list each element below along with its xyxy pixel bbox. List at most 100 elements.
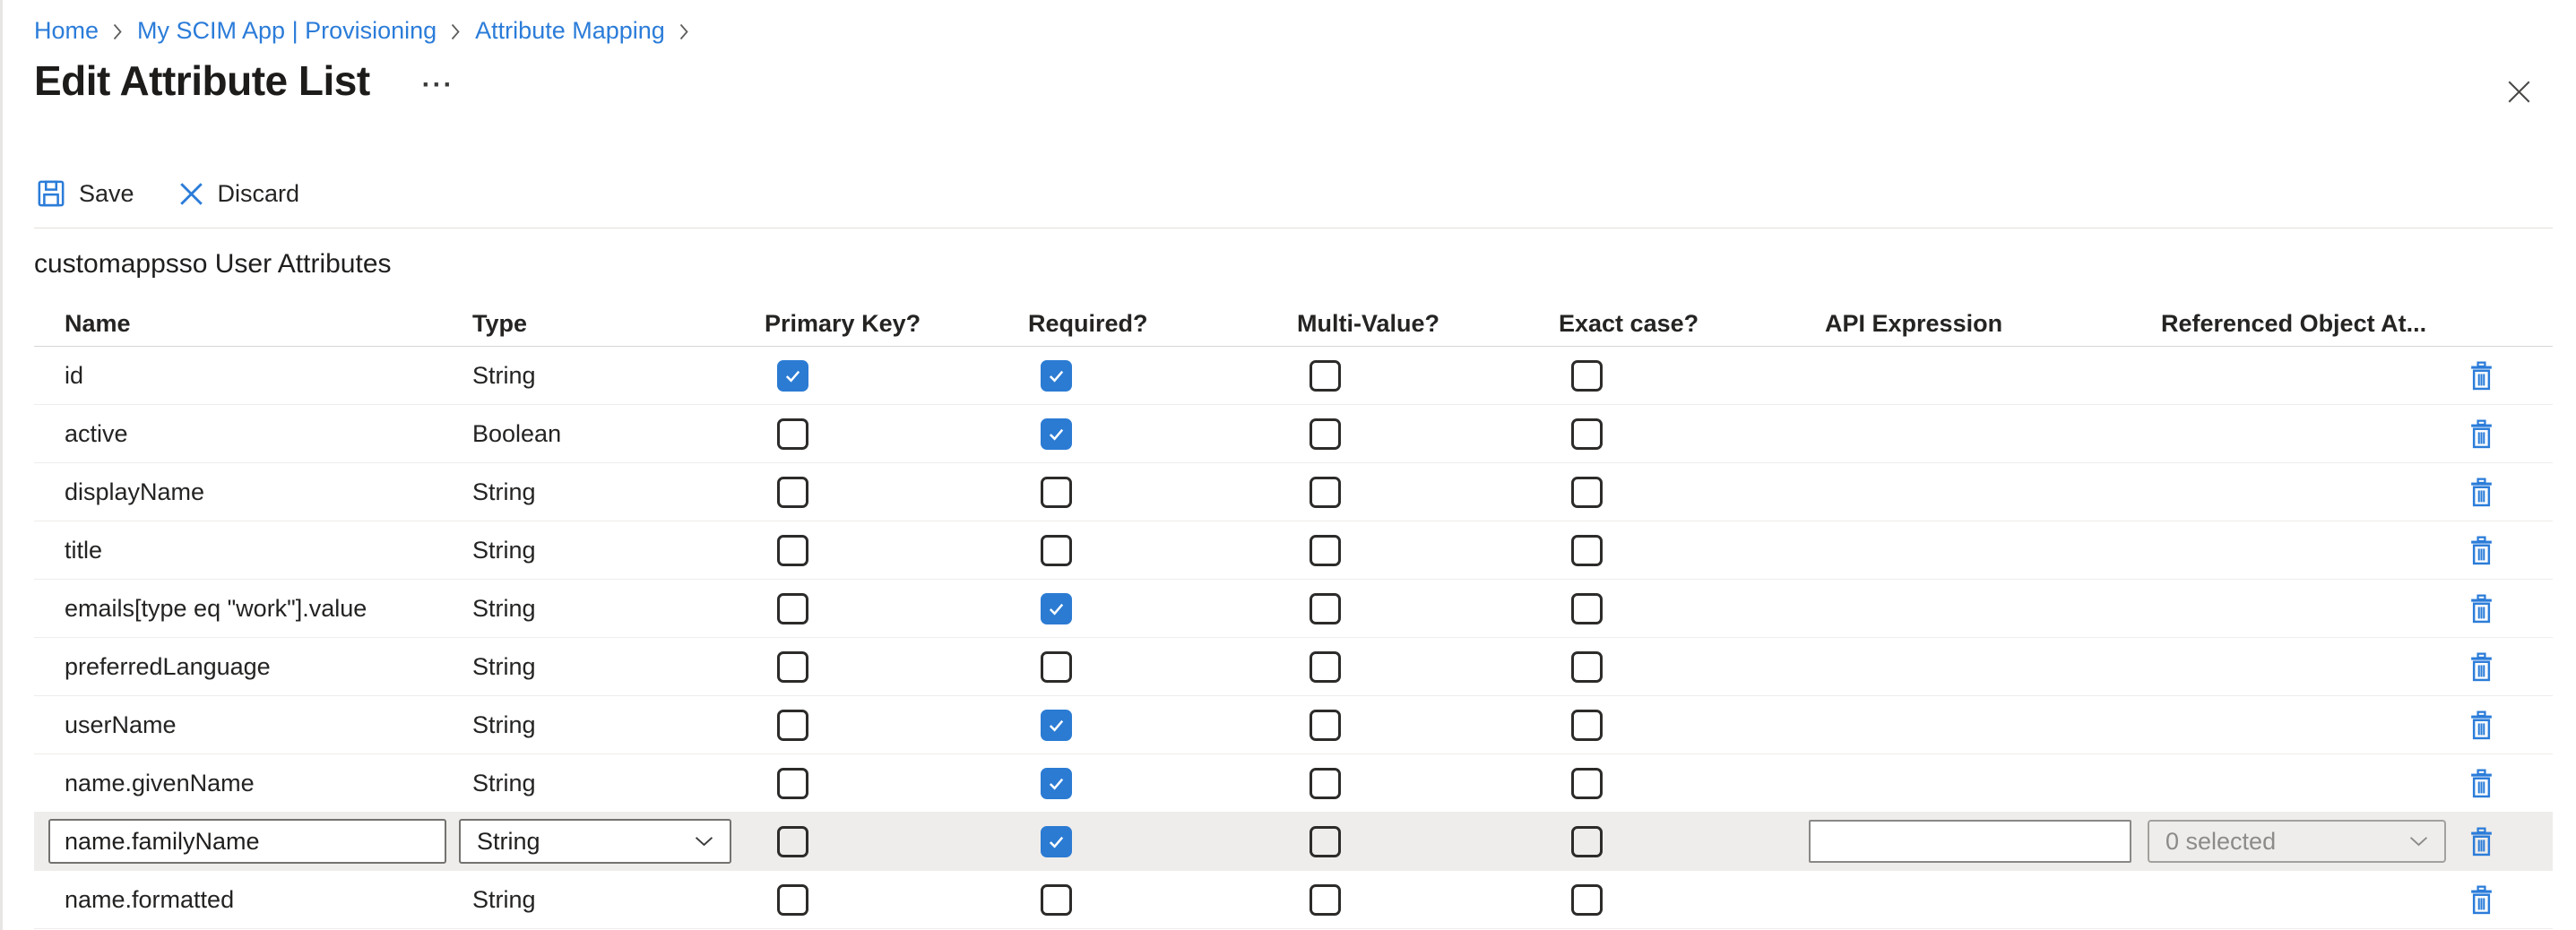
required-checkbox-cell <box>1028 418 1297 450</box>
attribute-type-select[interactable]: String <box>459 819 731 864</box>
primary-key-checkbox[interactable] <box>777 651 808 683</box>
exact-case-checkbox[interactable] <box>1571 768 1603 799</box>
primary-key-checkbox-cell <box>765 768 1028 799</box>
multi-value-checkbox-cell <box>1297 477 1559 508</box>
multi-value-checkbox[interactable] <box>1310 768 1341 799</box>
attribute-type-cell: String <box>472 537 765 564</box>
breadcrumb-link-provisioning[interactable]: My SCIM App | Provisioning <box>137 17 437 45</box>
exact-case-checkbox[interactable] <box>1571 535 1603 566</box>
attribute-name-cell: emails[type eq "work"].value <box>34 595 472 623</box>
attribute-name: userName <box>65 711 177 738</box>
attribute-type: String <box>472 711 536 738</box>
multi-value-checkbox[interactable] <box>1310 651 1341 683</box>
attribute-type: String <box>472 886 536 913</box>
primary-key-checkbox-cell <box>765 651 1028 683</box>
attribute-type-select-value: String <box>477 828 540 856</box>
actions-cell <box>2462 593 2553 624</box>
exact-case-checkbox-cell <box>1559 826 1825 857</box>
primary-key-checkbox[interactable] <box>777 477 808 508</box>
delete-attribute-button[interactable] <box>2468 418 2494 449</box>
actions-cell <box>2462 710 2553 740</box>
column-header-referenced-object: Referenced Object At... <box>2161 310 2462 338</box>
delete-attribute-button[interactable] <box>2468 884 2494 915</box>
discard-button[interactable]: Discard <box>179 180 300 208</box>
exact-case-checkbox[interactable] <box>1571 651 1603 683</box>
table-row: idString <box>34 347 2553 405</box>
primary-key-checkbox[interactable] <box>777 418 808 450</box>
exact-case-checkbox[interactable] <box>1571 826 1603 857</box>
column-header-exact-case: Exact case? <box>1559 310 1825 338</box>
required-checkbox-cell <box>1028 477 1297 508</box>
multi-value-checkbox[interactable] <box>1310 826 1341 857</box>
delete-attribute-button[interactable] <box>2468 710 2494 740</box>
attribute-name-cell: id <box>34 362 472 390</box>
exact-case-checkbox[interactable] <box>1571 710 1603 741</box>
exact-case-checkbox[interactable] <box>1571 884 1603 916</box>
save-button[interactable]: Save <box>38 180 134 208</box>
primary-key-checkbox[interactable] <box>777 535 808 566</box>
multi-value-checkbox[interactable] <box>1310 884 1341 916</box>
trash-icon <box>2469 594 2494 624</box>
required-checkbox[interactable] <box>1041 418 1072 450</box>
exact-case-checkbox-cell <box>1559 768 1825 799</box>
primary-key-checkbox[interactable] <box>777 593 808 624</box>
multi-value-checkbox[interactable] <box>1310 477 1341 508</box>
multi-value-checkbox[interactable] <box>1310 710 1341 741</box>
breadcrumb-link-home[interactable]: Home <box>34 17 99 45</box>
primary-key-checkbox-cell <box>765 477 1028 508</box>
delete-attribute-button[interactable] <box>2468 360 2494 391</box>
primary-key-checkbox[interactable] <box>777 710 808 741</box>
exact-case-checkbox-cell <box>1559 360 1825 392</box>
exact-case-checkbox[interactable] <box>1571 593 1603 624</box>
api-expression-input[interactable] <box>1809 820 2131 863</box>
trash-icon <box>2469 827 2494 857</box>
table-row: activeBoolean <box>34 405 2553 463</box>
delete-attribute-button[interactable] <box>2468 768 2494 798</box>
exact-case-checkbox[interactable] <box>1571 418 1603 450</box>
primary-key-checkbox[interactable] <box>777 826 808 857</box>
check-mark-icon <box>782 366 803 386</box>
delete-attribute-button[interactable] <box>2468 477 2494 507</box>
delete-attribute-button[interactable] <box>2468 651 2494 682</box>
required-checkbox[interactable] <box>1041 710 1072 741</box>
primary-key-checkbox-cell <box>765 826 1028 857</box>
attribute-type: Boolean <box>472 420 561 447</box>
required-checkbox[interactable] <box>1041 535 1072 566</box>
delete-attribute-button[interactable] <box>2468 535 2494 565</box>
exact-case-checkbox[interactable] <box>1571 360 1603 392</box>
required-checkbox[interactable] <box>1041 826 1072 857</box>
referenced-object-select[interactable]: 0 selected <box>2148 820 2446 863</box>
exact-case-checkbox[interactable] <box>1571 477 1603 508</box>
multi-value-checkbox[interactable] <box>1310 535 1341 566</box>
trash-icon <box>2469 419 2494 449</box>
table-row: userName String <box>34 696 2553 754</box>
delete-attribute-button[interactable] <box>2468 826 2494 857</box>
multi-value-checkbox[interactable] <box>1310 593 1341 624</box>
chevron-down-icon <box>695 836 713 847</box>
multi-value-checkbox[interactable] <box>1310 360 1341 392</box>
trash-icon <box>2469 769 2494 798</box>
breadcrumb-link-attribute-mapping[interactable]: Attribute Mapping <box>475 17 665 45</box>
required-checkbox[interactable] <box>1041 768 1072 799</box>
multi-value-checkbox-cell <box>1297 826 1559 857</box>
required-checkbox[interactable] <box>1041 884 1072 916</box>
required-checkbox-cell <box>1028 768 1297 799</box>
required-checkbox[interactable] <box>1041 651 1072 683</box>
trash-icon <box>2469 536 2494 565</box>
more-options-button[interactable]: ··· <box>422 81 454 90</box>
required-checkbox[interactable] <box>1041 593 1072 624</box>
primary-key-checkbox[interactable] <box>777 768 808 799</box>
attribute-type: String <box>472 537 536 564</box>
multi-value-checkbox[interactable] <box>1310 418 1341 450</box>
primary-key-checkbox[interactable] <box>777 884 808 916</box>
required-checkbox[interactable] <box>1041 477 1072 508</box>
save-icon <box>38 180 65 207</box>
attribute-name-input[interactable] <box>48 819 446 864</box>
required-checkbox-cell <box>1028 535 1297 566</box>
primary-key-checkbox[interactable] <box>777 360 808 392</box>
required-checkbox[interactable] <box>1041 360 1072 392</box>
close-button[interactable] <box>2503 75 2535 108</box>
breadcrumb: Home My SCIM App | Provisioning Attribut… <box>34 14 689 47</box>
delete-attribute-button[interactable] <box>2468 593 2494 624</box>
attribute-name: title <box>65 537 102 564</box>
